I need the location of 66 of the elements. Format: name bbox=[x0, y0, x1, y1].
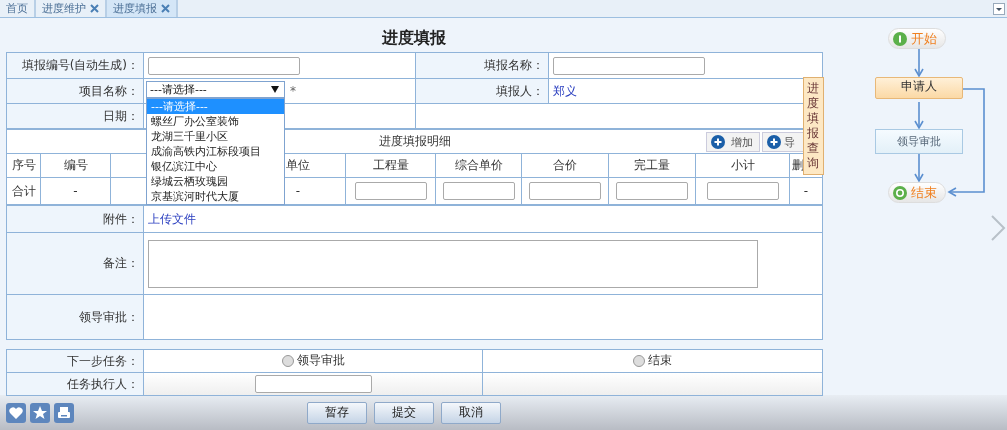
section-title: 进度填报明细 bbox=[378, 134, 451, 148]
field-label: 备注： bbox=[103, 256, 139, 270]
column-header: 序号 bbox=[6, 153, 41, 178]
field-label: 任务执行人： bbox=[67, 376, 139, 391]
number-input[interactable] bbox=[442, 182, 515, 200]
flow-step: 领导审批 bbox=[875, 129, 963, 154]
start-icon bbox=[893, 31, 907, 46]
column-header: 综合单价 bbox=[435, 153, 522, 178]
flow-arrow bbox=[914, 101, 924, 129]
field-label: 下一步任务： bbox=[67, 353, 139, 368]
dropdown-option[interactable]: 螺丝厂办公室装饰 bbox=[147, 114, 284, 129]
radio-icon[interactable] bbox=[633, 354, 645, 367]
plus-icon bbox=[711, 135, 726, 149]
toolbar-button[interactable]: 增加 bbox=[706, 132, 761, 152]
close-icon[interactable] bbox=[161, 4, 170, 13]
name-input[interactable] bbox=[553, 56, 705, 75]
executor-input[interactable] bbox=[254, 375, 372, 393]
chevron-right-icon[interactable] bbox=[991, 215, 1006, 241]
column-header: 合价 bbox=[521, 153, 609, 178]
radio-option[interactable]: 领导审批 bbox=[281, 352, 345, 370]
field-label: 领导审批： bbox=[79, 309, 139, 324]
radio-option[interactable]: 结束 bbox=[633, 352, 672, 370]
action-button[interactable]: 取消 bbox=[441, 401, 501, 424]
end-icon bbox=[893, 185, 907, 200]
caret-icon bbox=[271, 86, 279, 93]
field-label: 项目名称： bbox=[79, 83, 139, 98]
field-label: 填报名称： bbox=[484, 58, 544, 72]
dropdown-icon[interactable] bbox=[993, 3, 1005, 15]
column-header: 完工量 bbox=[608, 153, 696, 178]
field-label: 附件： bbox=[103, 211, 139, 226]
serial-input[interactable] bbox=[148, 56, 300, 75]
flow-step: 申请人 bbox=[875, 77, 963, 99]
radio-icon[interactable] bbox=[281, 354, 294, 367]
reporter-name: 郑义 bbox=[553, 83, 577, 98]
close-icon[interactable] bbox=[90, 4, 99, 13]
flow-arrow bbox=[914, 48, 924, 77]
plus-icon bbox=[767, 135, 782, 149]
flow-arrow bbox=[914, 153, 924, 182]
table-cell: - bbox=[40, 177, 111, 205]
column-header: 编号 bbox=[40, 153, 111, 178]
upload-link[interactable]: 上传文件 bbox=[148, 211, 196, 226]
required-mark: * bbox=[290, 84, 296, 98]
form-title: 进度填报 bbox=[381, 27, 447, 49]
dropdown-option[interactable]: 龙湖三千里小区 bbox=[147, 129, 284, 144]
action-button[interactable]: 提交 bbox=[374, 401, 434, 424]
tab[interactable]: 进度填报 bbox=[107, 0, 178, 17]
flow-terminal: 结束 bbox=[888, 182, 946, 203]
table-cell: 合计 bbox=[6, 177, 41, 205]
column-header: 小计 bbox=[695, 153, 790, 178]
tab[interactable]: 首页 bbox=[0, 0, 36, 17]
number-input[interactable] bbox=[706, 182, 779, 200]
field-label: 日期： bbox=[103, 108, 139, 123]
toolbar-button[interactable]: 导 bbox=[762, 132, 805, 152]
column-header: 工程量 bbox=[345, 153, 436, 178]
action-button[interactable]: 暂存 bbox=[307, 401, 367, 424]
table-cell: - bbox=[789, 177, 823, 205]
number-input[interactable] bbox=[616, 182, 688, 200]
field-label: 填报人： bbox=[496, 83, 544, 98]
project-select[interactable]: ---请选择--- bbox=[146, 81, 285, 98]
printer-icon[interactable] bbox=[54, 402, 74, 423]
remarks-textarea[interactable] bbox=[148, 239, 758, 288]
number-input[interactable] bbox=[529, 182, 601, 200]
number-input[interactable] bbox=[354, 182, 427, 200]
side-tab[interactable]: 进度填报查询 bbox=[803, 77, 824, 175]
field-label: 填报编号(自动生成)： bbox=[21, 58, 139, 72]
flow-terminal: 开始 bbox=[888, 28, 946, 49]
